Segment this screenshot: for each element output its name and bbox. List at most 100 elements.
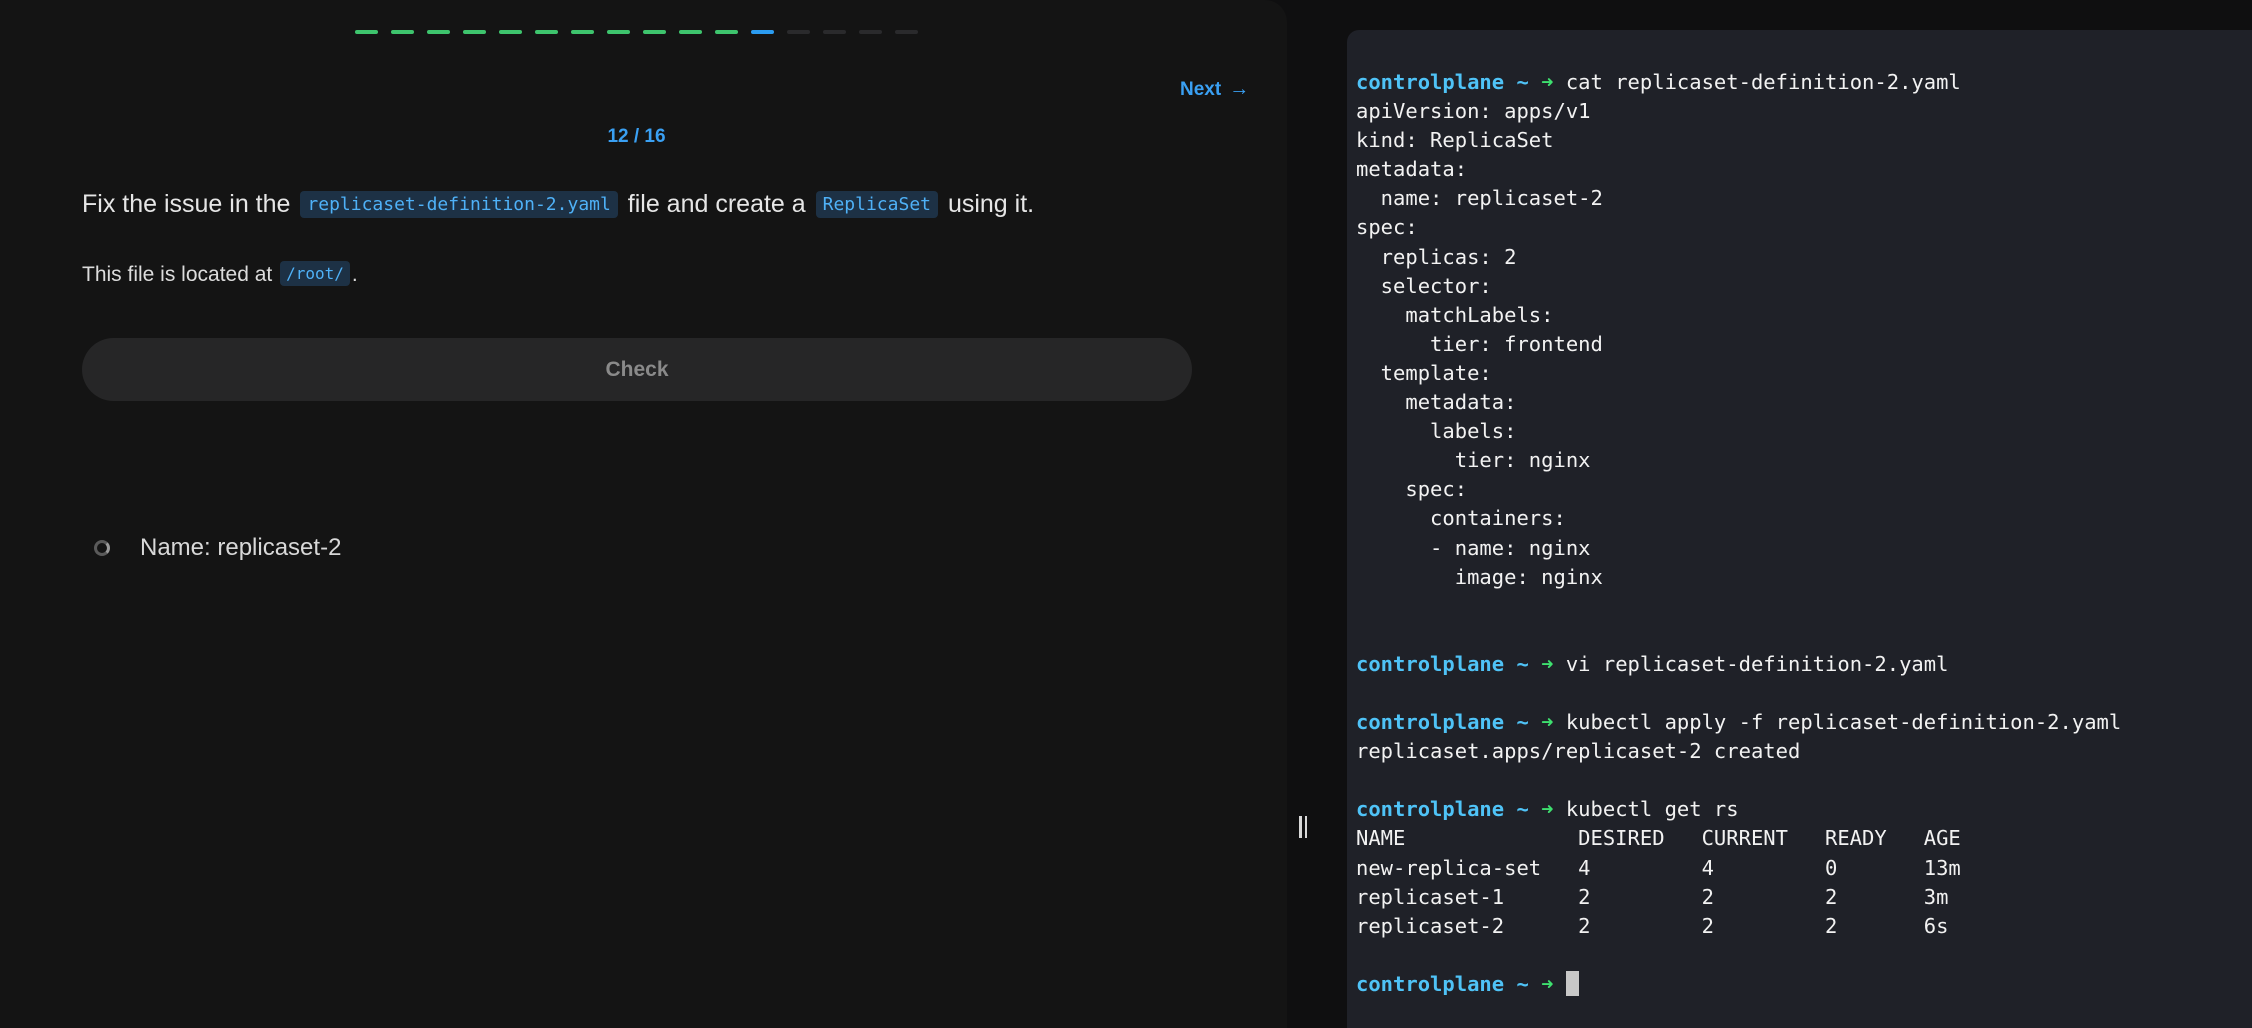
terminal-output-line: containers: <box>1356 504 2121 533</box>
terminal-output-line: tier: frontend <box>1356 330 2121 359</box>
prompt-directory: ~ <box>1516 797 1529 822</box>
progress-segment <box>895 30 918 34</box>
terminal-command-line: controlplane ~ ➜ kubectl get rs <box>1356 795 2121 824</box>
terminal-output: controlplane ~ ➜ cat replicaset-definiti… <box>1356 68 2121 999</box>
progress-segment <box>463 30 486 34</box>
pending-circle-icon <box>94 540 110 556</box>
terminal-command-line: controlplane ~ ➜ kubectl apply -f replic… <box>1356 708 2121 737</box>
resource-kind-code: ReplicaSet <box>815 191 938 218</box>
output-text: name: replicaset-2 <box>1356 186 1603 211</box>
progress-bar <box>355 30 918 34</box>
terminal-command-line: controlplane ~ ➜ vi replicaset-definitio… <box>1356 650 2121 679</box>
progress-segment <box>751 30 774 34</box>
output-text: selector: <box>1356 273 1492 298</box>
terminal-output-line: replicaset-2 2 2 2 6s <box>1356 912 2121 941</box>
output-text: replicas: 2 <box>1356 244 1517 269</box>
terminal-cursor <box>1565 970 1579 996</box>
command-text: vi replicaset-definition-2.yaml <box>1565 651 1949 676</box>
progress-segment <box>787 30 810 34</box>
progress-segment <box>823 30 846 34</box>
output-text: spec: <box>1356 215 1418 240</box>
prompt-arrow-icon: ➜ <box>1541 971 1554 996</box>
output-text: replicaset-1 2 2 2 3m <box>1356 884 1949 909</box>
terminal-output-line: name: replicaset-2 <box>1356 184 2121 213</box>
prompt-directory: ~ <box>1516 70 1529 94</box>
terminal-output-line: spec: <box>1356 475 2121 504</box>
prompt-directory: ~ <box>1516 651 1529 676</box>
prompt-host: controlplane <box>1356 651 1505 676</box>
prompt-host: controlplane <box>1356 710 1505 735</box>
prompt-arrow-icon: ➜ <box>1541 710 1554 735</box>
terminal-output-line: - name: nginx <box>1356 534 2121 563</box>
terminal-window[interactable]: controlplane ~ ➜ cat replicaset-definiti… <box>1347 30 2252 1028</box>
terminal-output-line: tier: nginx <box>1356 446 2121 475</box>
prompt-directory: ~ <box>1516 971 1529 996</box>
progress-segment <box>571 30 594 34</box>
terminal-output-line: kind: ReplicaSet <box>1356 126 2121 155</box>
prompt-host: controlplane <box>1356 797 1505 822</box>
progress-segment <box>355 30 378 34</box>
progress-segment <box>643 30 666 34</box>
check-button[interactable]: Check <box>82 338 1192 401</box>
prompt-arrow-icon: ➜ <box>1541 797 1554 822</box>
output-text: - name: nginx <box>1356 535 1591 560</box>
terminal-output-line: replicas: 2 <box>1356 243 2121 272</box>
progress-segment <box>427 30 450 34</box>
terminal-output-line: image: nginx <box>1356 563 2121 592</box>
command-text: cat replicaset-definition-2.yaml <box>1565 70 1961 94</box>
command-text: kubectl apply -f replicaset-definition-2… <box>1565 710 2122 735</box>
progress-segment <box>679 30 702 34</box>
progress-segment <box>391 30 414 34</box>
filename-code: replicaset-definition-2.yaml <box>300 191 618 218</box>
pane-resize-handle[interactable] <box>1299 816 1309 838</box>
task-label: Name: replicaset-2 <box>140 534 342 561</box>
question-text-part: using it. <box>941 190 1035 218</box>
output-text: NAME DESIRED CURRENT READY AGE <box>1356 826 1961 851</box>
terminal-output-line: replicaset.apps/replicaset-2 created <box>1356 737 2121 766</box>
progress-segment <box>499 30 522 34</box>
output-text: containers: <box>1356 506 1566 531</box>
terminal-output-line: NAME DESIRED CURRENT READY AGE <box>1356 824 2121 853</box>
output-text: tier: frontend <box>1356 331 1603 356</box>
grip-bar <box>1304 816 1307 838</box>
prompt-directory: ~ <box>1516 710 1529 735</box>
terminal-output-line: metadata: <box>1356 388 2121 417</box>
terminal-output-line: metadata: <box>1356 155 2121 184</box>
prompt-host: controlplane <box>1356 70 1505 94</box>
prompt-arrow-icon: ➜ <box>1541 651 1554 676</box>
output-text: replicaset.apps/replicaset-2 created <box>1356 739 1801 764</box>
file-location-text: This file is located at /root/. <box>82 260 358 289</box>
progress-segment <box>535 30 558 34</box>
location-suffix: . <box>351 263 358 286</box>
output-text: kind: ReplicaSet <box>1356 128 1554 153</box>
terminal-output-line: apiVersion: apps/v1 <box>1356 97 2121 126</box>
quiz-panel: Next → 12 / 16 Fix the issue in the repl… <box>0 0 1287 1028</box>
output-text: image: nginx <box>1356 564 1603 589</box>
terminal-command-line: controlplane ~ ➜ <box>1356 970 2121 999</box>
question-text-part: file and create a <box>620 190 813 218</box>
task-item: Name: replicaset-2 <box>94 534 341 562</box>
question-text-part: Fix the issue in the <box>82 190 298 218</box>
output-text: tier: nginx <box>1356 448 1591 473</box>
terminal-command-line: controlplane ~ ➜ cat replicaset-definiti… <box>1356 68 2121 97</box>
output-text: template: <box>1356 360 1492 385</box>
prompt-host: controlplane <box>1356 971 1505 996</box>
output-text: metadata: <box>1356 390 1517 415</box>
output-text: matchLabels: <box>1356 302 1554 327</box>
prompt-arrow-icon: ➜ <box>1541 70 1554 94</box>
grip-bar <box>1299 816 1302 838</box>
location-path-code: /root/ <box>280 261 350 286</box>
output-text: replicaset-2 2 2 2 6s <box>1356 913 1949 938</box>
terminal-output-line: new-replica-set 4 4 0 13m <box>1356 854 2121 883</box>
output-text: apiVersion: apps/v1 <box>1356 99 1591 124</box>
progress-segment <box>607 30 630 34</box>
terminal-output-line: selector: <box>1356 272 2121 301</box>
next-button[interactable]: Next → <box>1180 78 1249 101</box>
terminal-output-line: matchLabels: <box>1356 301 2121 330</box>
terminal-output-line: labels: <box>1356 417 2121 446</box>
